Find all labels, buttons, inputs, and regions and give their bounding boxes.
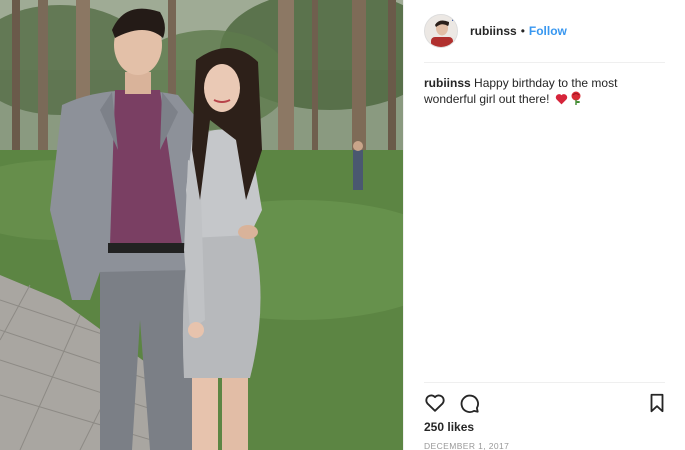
actions-divider: [424, 382, 665, 383]
bookmark-icon[interactable]: [646, 392, 668, 414]
comment-icon[interactable]: [458, 392, 480, 414]
caption-username[interactable]: rubiinss: [424, 76, 471, 90]
rose-icon: [570, 91, 582, 109]
post-photo[interactable]: [0, 0, 403, 450]
separator-dot: •: [520, 24, 525, 38]
likes-count[interactable]: 250 likes: [424, 420, 474, 434]
header-username[interactable]: rubiinss: [470, 24, 517, 38]
post-caption: rubiinss Happy birthday to the most wond…: [424, 75, 664, 109]
heart-icon: [555, 93, 568, 109]
post-actions: [424, 392, 666, 416]
avatar-image: [425, 15, 457, 47]
photo-illustration: [0, 0, 403, 450]
avatar[interactable]: [424, 14, 458, 48]
header-divider: [424, 62, 665, 63]
post-header: rubiinss • Follow: [404, 0, 685, 62]
post-date: DECEMBER 1, 2017: [424, 441, 510, 450]
follow-button[interactable]: Follow: [529, 24, 567, 38]
heart-outline-icon[interactable]: [424, 392, 446, 414]
post-side-panel: rubiinss • Follow rubiinss Happy birthda…: [403, 0, 685, 450]
